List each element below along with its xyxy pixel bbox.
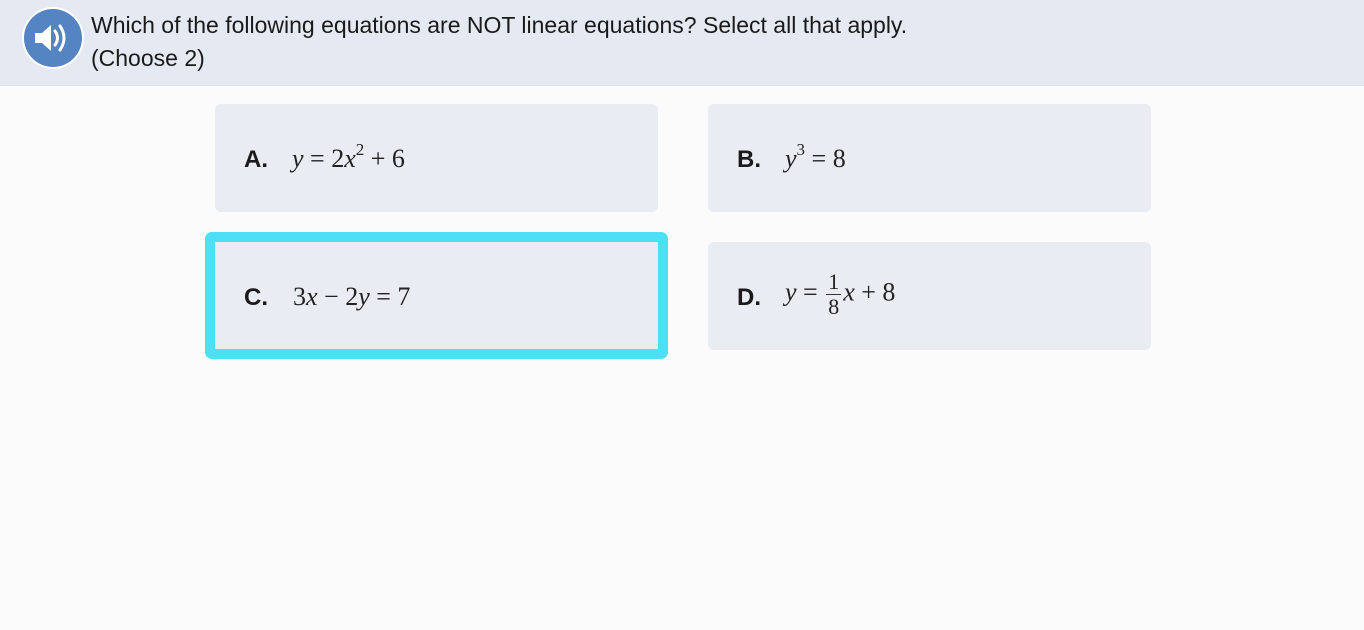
option-equation: y = 18x + 8 (785, 269, 896, 319)
option-letter: B. (737, 146, 761, 173)
option-letter: D. (737, 284, 761, 311)
option-letter: C. (244, 284, 268, 311)
fraction: 18 (826, 269, 842, 319)
answer-option-b[interactable]: B. y3 = 8 (708, 104, 1151, 212)
answer-option-a[interactable]: A. y = 2x2 + 6 (215, 104, 658, 212)
question-header: Which of the following equations are NOT… (0, 0, 1364, 86)
question-text: Which of the following equations are NOT… (91, 12, 908, 38)
question-prompt: Which of the following equations are NOT… (91, 9, 907, 75)
audio-button[interactable] (24, 9, 82, 67)
question-instruction: (Choose 2) (91, 45, 205, 71)
answer-option-d[interactable]: D. y = 18x + 8 (708, 242, 1151, 350)
speaker-icon (35, 24, 66, 52)
option-equation: 3x − 2y = 7 (293, 282, 411, 311)
option-letter: A. (244, 146, 268, 173)
option-equation: y = 2x2 + 6 (292, 140, 405, 173)
option-equation: y3 = 8 (785, 140, 846, 173)
answer-option-c[interactable]: C. 3x − 2y = 7 (205, 232, 668, 359)
